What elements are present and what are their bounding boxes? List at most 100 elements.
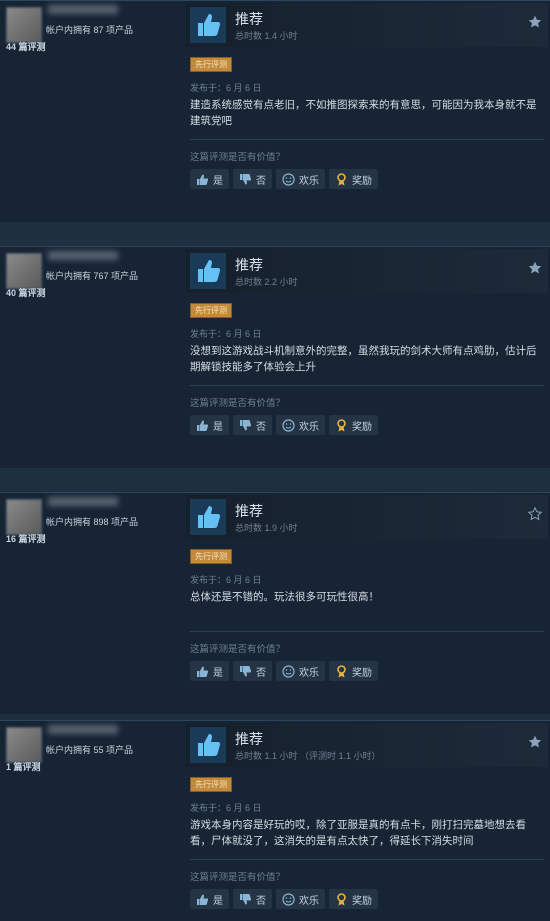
vote-yes-label: 是	[213, 175, 223, 187]
early-access-badge: 先行评测	[190, 549, 232, 564]
username-blurred[interactable]	[48, 251, 118, 260]
helpful-question: 这篇评测是否有价值？	[190, 398, 286, 409]
hours-played: 总时数 2.2 小时	[235, 277, 298, 287]
star-award-icon[interactable]	[528, 261, 542, 275]
review-header[interactable]: 推荐 总时数 2.2 小时	[186, 249, 548, 293]
recommend-label: 推荐	[235, 257, 263, 273]
hours-played: 总时数 1.1 小时 （评测时 1.1 小时）	[235, 751, 381, 761]
review-text: 建造系统感觉有点老旧，不如推图探索来的有意思，可能因为我本身就不是建筑党吧	[190, 99, 537, 127]
review-header[interactable]: 推荐 总时数 1.1 小时 （评测时 1.1 小时）	[186, 723, 548, 767]
award-label: 奖励	[352, 895, 372, 907]
smiley-icon	[282, 172, 295, 186]
vote-funny-button[interactable]: 欢乐	[276, 169, 325, 189]
username-blurred[interactable]	[48, 5, 118, 14]
hours-played: 总时数 1.9 小时	[235, 523, 298, 533]
recommend-label: 推荐	[235, 503, 263, 519]
vote-no-button[interactable]: 否	[233, 169, 272, 189]
award-button[interactable]: 奖励	[329, 415, 378, 435]
award-icon	[335, 418, 348, 432]
thumbs-down-icon	[239, 419, 252, 432]
user-avatar[interactable]	[6, 727, 42, 763]
posted-date: 发布于：6 月 6 日	[190, 329, 262, 339]
divider	[190, 385, 544, 386]
posted-date: 发布于：6 月 6 日	[190, 575, 262, 585]
vote-funny-label: 欢乐	[299, 667, 319, 679]
smiley-icon	[282, 664, 295, 678]
vote-funny-label: 欢乐	[299, 175, 319, 187]
early-access-badge: 先行评测	[190, 57, 232, 72]
vote-no-label: 否	[256, 895, 266, 907]
review-count[interactable]: 44 篇评测	[6, 40, 46, 53]
vote-buttons: 是 否 欢乐 奖励	[190, 169, 378, 189]
vote-funny-button[interactable]: 欢乐	[276, 661, 325, 681]
star-award-icon[interactable]	[528, 15, 542, 29]
review-header[interactable]: 推荐 总时数 1.9 小时	[186, 495, 548, 539]
vote-yes-button[interactable]: 是	[190, 169, 229, 189]
thumbs-up-icon	[190, 727, 226, 763]
vote-no-button[interactable]: 否	[233, 661, 272, 681]
vote-funny-label: 欢乐	[299, 421, 319, 433]
vote-no-button[interactable]: 否	[233, 889, 272, 909]
star-award-icon[interactable]	[528, 507, 542, 521]
star-award-icon[interactable]	[528, 735, 542, 749]
recommend-label: 推荐	[235, 731, 263, 747]
award-label: 奖励	[352, 421, 372, 433]
review-text: 总体还是不错的。玩法很多可玩性很高！	[190, 591, 379, 603]
review-text: 没想到这游戏战斗机制意外的完整，虽然我玩的剑术大师有点鸡肋，估计后期解锁技能多了…	[190, 345, 537, 373]
vote-funny-label: 欢乐	[299, 895, 319, 907]
review-card: 帐户内拥有 767 项产品 40 篇评测 推荐 总时数 2.2 小时 先行评测 …	[0, 246, 550, 469]
vote-funny-button[interactable]: 欢乐	[276, 889, 325, 909]
review-header[interactable]: 推荐 总时数 1.4 小时	[186, 3, 548, 47]
vote-yes-button[interactable]: 是	[190, 889, 229, 909]
thumbs-up-icon	[196, 893, 209, 906]
award-button[interactable]: 奖励	[329, 169, 378, 189]
review-card: 帐户内拥有 87 项产品 44 篇评测 推荐 总时数 1.4 小时 先行评测 发…	[0, 0, 550, 223]
helpful-question: 这篇评测是否有价值？	[190, 872, 286, 883]
award-icon	[335, 664, 348, 678]
posted-date: 发布于：6 月 6 日	[190, 83, 262, 93]
vote-yes-button[interactable]: 是	[190, 415, 229, 435]
review-separator	[0, 222, 550, 246]
products-owned: 帐户内拥有 87 项产品	[46, 25, 134, 35]
vote-yes-label: 是	[213, 667, 223, 679]
divider	[190, 859, 544, 860]
smiley-icon	[282, 418, 295, 432]
user-avatar[interactable]	[6, 499, 42, 535]
thumbs-down-icon	[239, 173, 252, 186]
thumbs-up-icon	[196, 173, 209, 186]
review-text: 游戏本身内容是好玩的哎，除了亚服是真的有点卡，刚打扫完墓地想去看看，尸体就没了，…	[190, 819, 526, 847]
divider	[190, 631, 544, 632]
award-label: 奖励	[352, 667, 372, 679]
smiley-icon	[282, 892, 295, 906]
user-avatar[interactable]	[6, 7, 42, 43]
helpful-question: 这篇评测是否有价值？	[190, 152, 286, 163]
early-access-badge: 先行评测	[190, 777, 232, 792]
username-blurred[interactable]	[48, 497, 118, 506]
products-owned: 帐户内拥有 767 项产品	[46, 271, 139, 281]
vote-yes-button[interactable]: 是	[190, 661, 229, 681]
user-avatar[interactable]	[6, 253, 42, 289]
thumbs-up-icon	[196, 665, 209, 678]
award-button[interactable]: 奖励	[329, 661, 378, 681]
thumbs-up-icon	[190, 7, 226, 43]
vote-buttons: 是 否 欢乐 奖励	[190, 415, 378, 435]
thumbs-up-icon	[190, 499, 226, 535]
vote-no-label: 否	[256, 421, 266, 433]
award-icon	[335, 172, 348, 186]
award-button[interactable]: 奖励	[329, 889, 378, 909]
username-blurred[interactable]	[48, 725, 118, 734]
thumbs-down-icon	[239, 893, 252, 906]
vote-funny-button[interactable]: 欢乐	[276, 415, 325, 435]
thumbs-up-icon	[196, 419, 209, 432]
vote-buttons: 是 否 欢乐 奖励	[190, 661, 378, 681]
vote-buttons: 是 否 欢乐 奖励	[190, 889, 378, 909]
review-count[interactable]: 40 篇评测	[6, 286, 46, 299]
vote-no-label: 否	[256, 175, 266, 187]
review-count[interactable]: 16 篇评测	[6, 532, 46, 545]
review-card: 帐户内拥有 898 项产品 16 篇评测 推荐 总时数 1.9 小时 先行评测 …	[0, 492, 550, 715]
vote-no-button[interactable]: 否	[233, 415, 272, 435]
award-icon	[335, 892, 348, 906]
products-owned: 帐户内拥有 898 项产品	[46, 517, 139, 527]
thumbs-up-icon	[190, 253, 226, 289]
review-count[interactable]: 1 篇评测	[6, 760, 41, 773]
